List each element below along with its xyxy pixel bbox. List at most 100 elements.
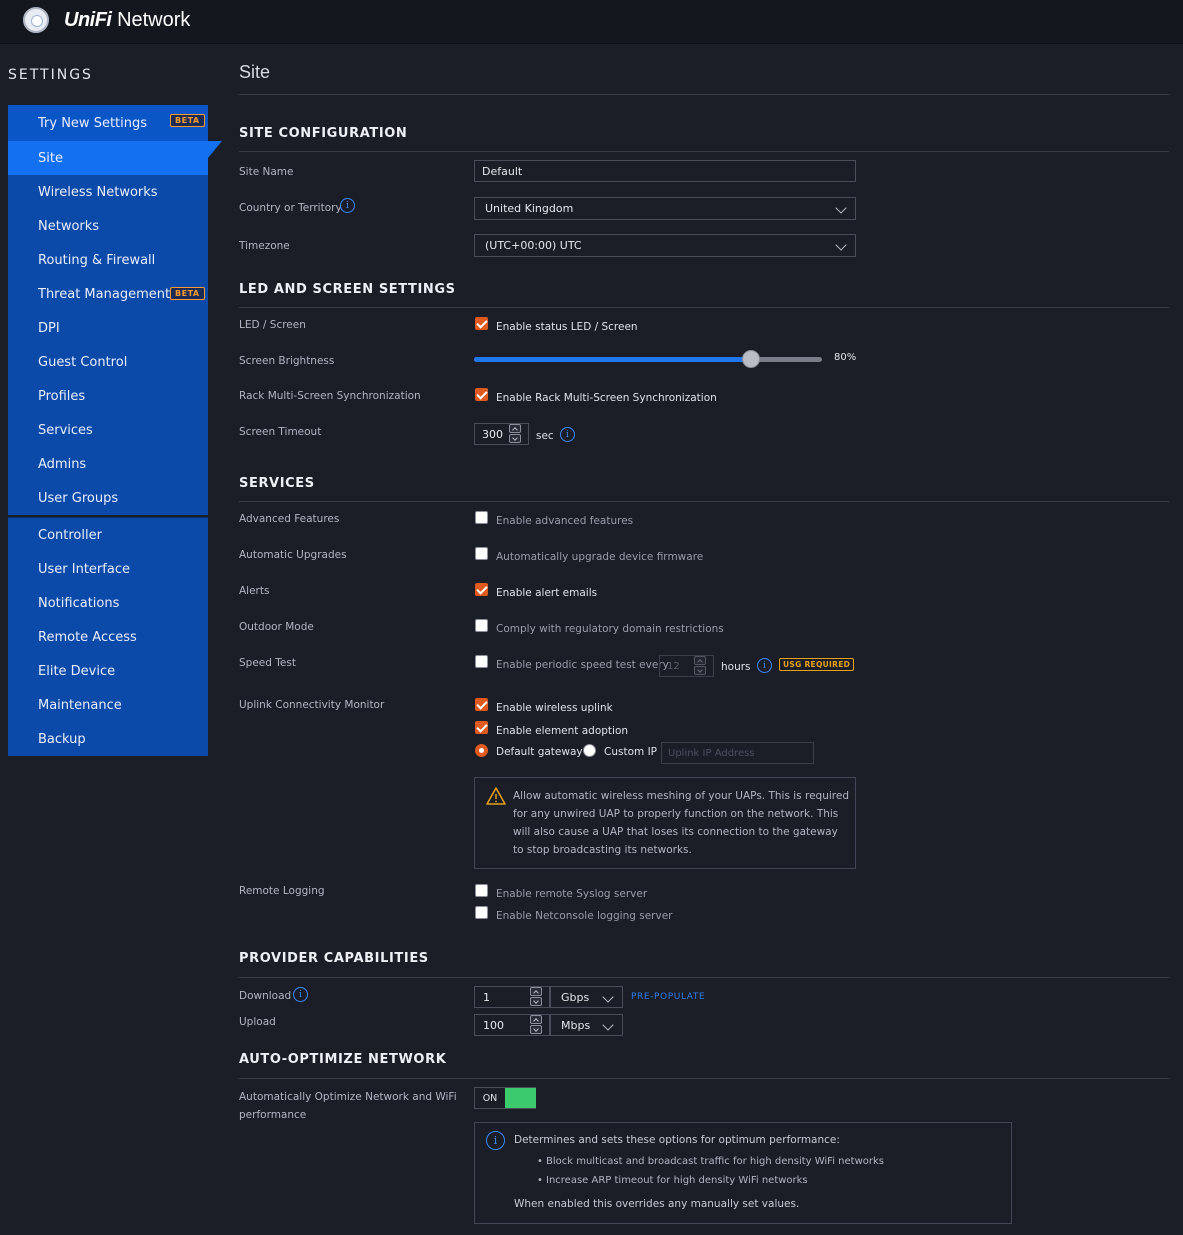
- section-title-led-screen: LED AND SCREEN SETTINGS: [239, 282, 456, 297]
- custom-ip-radio[interactable]: [583, 744, 596, 757]
- sidebar-item-label: Controller: [38, 527, 102, 543]
- auto-optimize-toggle[interactable]: ON: [474, 1087, 536, 1109]
- sidebar-item-label: Admins: [38, 456, 87, 472]
- sidebar-item-wireless-networks[interactable]: Wireless Networks: [8, 175, 208, 209]
- sidebar-item-notifications[interactable]: Notifications: [8, 586, 208, 620]
- uplink-warning-text: Allow automatic wireless meshing of your…: [513, 790, 849, 856]
- chevron-down-icon: [835, 202, 847, 214]
- sidebar-item-user-groups[interactable]: User Groups: [8, 481, 208, 515]
- uplink-warning-box: Allow automatic wireless meshing of your…: [474, 777, 856, 869]
- info-icon[interactable]: i: [757, 658, 772, 673]
- element-adoption-checkbox[interactable]: [475, 721, 488, 734]
- alerts-checkbox-label: Enable alert emails: [496, 587, 598, 599]
- remote-logging-label: Remote Logging: [239, 885, 325, 897]
- outdoor-mode-label: Outdoor Mode: [239, 621, 314, 633]
- speed-test-unit: hours: [721, 661, 751, 673]
- auto-optimize-info-box: i Determines and sets these options for …: [474, 1122, 1012, 1224]
- sidebar-item-user-interface[interactable]: User Interface: [8, 552, 208, 586]
- info-icon: i: [486, 1131, 505, 1150]
- auto-upgrades-label: Automatic Upgrades: [239, 549, 347, 561]
- speed-test-checkbox[interactable]: [475, 655, 488, 668]
- slider-handle[interactable]: [742, 350, 761, 368]
- default-gateway-radio-label: Default gateway: [496, 746, 583, 758]
- stepper-up-icon[interactable]: [694, 656, 706, 665]
- screen-brightness-value: 80%: [834, 352, 857, 363]
- sidebar-item-label: Profiles: [38, 388, 86, 404]
- sidebar-item-elite-device[interactable]: Elite Device: [8, 654, 208, 688]
- sidebar-item-site[interactable]: Site: [8, 141, 222, 175]
- section-divider: [239, 151, 1169, 152]
- upload-unit-select[interactable]: Mbps: [550, 1014, 623, 1036]
- stepper-up-icon[interactable]: [530, 987, 542, 996]
- sidebar-item-label: Backup: [38, 731, 86, 747]
- sidebar-item-label: Elite Device: [38, 663, 116, 679]
- sidebar-item-try-new-settings[interactable]: Try New Settings BETA: [8, 105, 208, 141]
- sidebar-item-label: Services: [38, 422, 93, 438]
- upload-stepper[interactable]: [529, 1014, 543, 1036]
- sidebar-item-label: Site: [38, 150, 63, 166]
- upload-unit-value: Mbps: [561, 1018, 591, 1032]
- auto-upgrades-checkbox[interactable]: [475, 547, 488, 560]
- sidebar-item-threat-management[interactable]: Threat Management BETA: [8, 277, 208, 311]
- section-divider: [239, 977, 1169, 978]
- stepper-down-icon[interactable]: [509, 434, 521, 443]
- sidebar-item-controller[interactable]: Controller: [8, 518, 208, 552]
- sidebar-item-guest-control[interactable]: Guest Control: [8, 345, 208, 379]
- sidebar-item-services[interactable]: Services: [8, 413, 208, 447]
- default-gateway-radio[interactable]: [475, 744, 488, 757]
- screen-timeout-label: Screen Timeout: [239, 426, 322, 438]
- country-select[interactable]: United Kingdom: [474, 197, 856, 220]
- download-unit-select[interactable]: Gbps: [550, 986, 623, 1008]
- uplink-monitor-label: Uplink Connectivity Monitor: [239, 699, 385, 711]
- rack-sync-checkbox[interactable]: [475, 388, 488, 401]
- sidebar-item-routing-firewall[interactable]: Routing & Firewall: [8, 243, 208, 277]
- sidebar-item-dpi[interactable]: DPI: [8, 311, 208, 345]
- netconsole-checkbox-label: Enable Netconsole logging server: [496, 910, 673, 922]
- info-icon[interactable]: i: [293, 987, 308, 1002]
- element-adoption-checkbox-label: Enable element adoption: [496, 725, 629, 737]
- section-divider: [239, 1078, 1169, 1079]
- syslog-checkbox[interactable]: [475, 884, 488, 897]
- auto-upgrades-checkbox-label: Automatically upgrade device firmware: [496, 551, 704, 563]
- site-name-input[interactable]: Default: [474, 160, 856, 182]
- sidebar-item-admins[interactable]: Admins: [8, 447, 208, 481]
- outdoor-mode-checkbox[interactable]: [475, 619, 488, 632]
- chevron-down-icon: [602, 1019, 614, 1031]
- alerts-checkbox[interactable]: [475, 583, 488, 596]
- speed-test-label: Speed Test: [239, 657, 296, 669]
- info-icon[interactable]: i: [560, 427, 575, 442]
- unifi-logo-icon[interactable]: [23, 7, 49, 33]
- sidebar-item-networks[interactable]: Networks: [8, 209, 208, 243]
- stepper-up-icon[interactable]: [530, 1015, 542, 1024]
- sidebar-item-backup[interactable]: Backup: [8, 722, 208, 756]
- wireless-uplink-checkbox[interactable]: [475, 698, 488, 711]
- download-stepper[interactable]: [529, 986, 543, 1008]
- sidebar-item-remote-access[interactable]: Remote Access: [8, 620, 208, 654]
- speed-test-stepper[interactable]: [693, 655, 707, 677]
- sidebar-item-label: Try New Settings: [38, 115, 148, 131]
- info-icon[interactable]: i: [340, 198, 355, 213]
- sidebar-item-profiles[interactable]: Profiles: [8, 379, 208, 413]
- beta-badge: BETA: [170, 114, 205, 127]
- stepper-up-icon[interactable]: [509, 424, 521, 433]
- timezone-select[interactable]: (UTC+00:00) UTC: [474, 234, 856, 257]
- uplink-ip-input[interactable]: Uplink IP Address: [661, 742, 814, 764]
- stepper-down-icon[interactable]: [530, 997, 542, 1006]
- app-brand: UniFi Network: [64, 9, 190, 32]
- rack-sync-checkbox-label: Enable Rack Multi-Screen Synchronization: [496, 392, 717, 404]
- screen-timeout-stepper[interactable]: [508, 423, 522, 445]
- pre-populate-link[interactable]: PRE-POPULATE: [631, 992, 705, 1002]
- stepper-down-icon[interactable]: [694, 666, 706, 675]
- led-screen-checkbox[interactable]: [475, 317, 488, 330]
- advanced-features-checkbox[interactable]: [475, 511, 488, 524]
- netconsole-checkbox[interactable]: [475, 906, 488, 919]
- sidebar-item-label: Guest Control: [38, 354, 128, 370]
- screen-brightness-slider[interactable]: [474, 357, 822, 362]
- sidebar-item-maintenance[interactable]: Maintenance: [8, 688, 208, 722]
- auto-optimize-bullet: Increase ARP timeout for high density Wi…: [537, 1175, 808, 1186]
- section-divider: [239, 307, 1169, 308]
- country-select-value: United Kingdom: [485, 202, 574, 215]
- section-title-auto-optimize: AUTO-OPTIMIZE NETWORK: [239, 1052, 447, 1067]
- syslog-checkbox-label: Enable remote Syslog server: [496, 888, 648, 900]
- stepper-down-icon[interactable]: [530, 1025, 542, 1034]
